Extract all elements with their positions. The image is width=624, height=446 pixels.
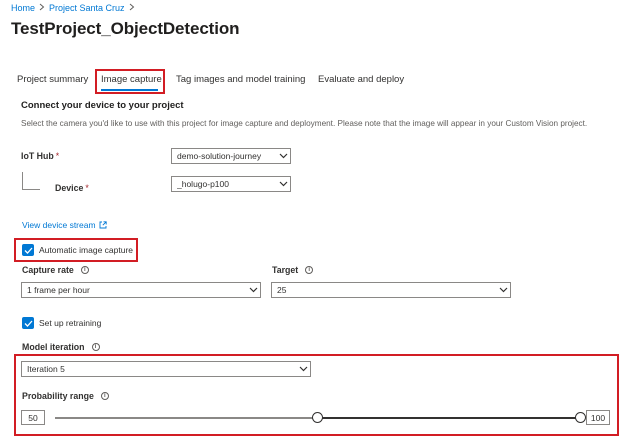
iot-hub-label-text: IoT Hub bbox=[21, 151, 54, 161]
chevron-down-icon bbox=[496, 283, 510, 297]
section-heading: Connect your device to your project bbox=[21, 100, 184, 111]
slider-range-fill bbox=[317, 417, 580, 419]
required-mark: * bbox=[55, 151, 60, 161]
info-icon[interactable]: i bbox=[91, 343, 100, 351]
chevron-right-icon bbox=[129, 3, 135, 13]
tree-connector bbox=[22, 172, 23, 190]
capture-rate-label: Capture rate i bbox=[22, 265, 89, 275]
target-label: Target i bbox=[272, 265, 314, 275]
tree-connector bbox=[22, 189, 40, 190]
tab-image-capture[interactable]: Image capture bbox=[101, 74, 162, 85]
page-title: TestProject_ObjectDetection bbox=[11, 19, 240, 38]
model-iteration-value: Iteration 5 bbox=[27, 364, 65, 374]
capture-rate-label-text: Capture rate bbox=[22, 265, 74, 275]
auto-capture-label: Automatic image capture bbox=[39, 245, 134, 255]
info-icon[interactable]: i bbox=[80, 266, 89, 274]
probability-max-input[interactable]: 100 bbox=[586, 410, 610, 425]
chevron-down-icon bbox=[276, 177, 290, 191]
target-label-text: Target bbox=[272, 265, 299, 275]
section-description: Select the camera you'd like to use with… bbox=[21, 119, 588, 128]
probability-min-input[interactable]: 50 bbox=[21, 410, 45, 425]
iot-hub-label: IoT Hub * bbox=[21, 151, 59, 161]
iot-hub-value: demo-solution-journey bbox=[177, 151, 262, 161]
chevron-down-icon bbox=[276, 149, 290, 163]
chevron-down-icon bbox=[296, 362, 310, 376]
more-options-button[interactable]: ··· bbox=[224, 22, 238, 34]
info-icon[interactable]: i bbox=[100, 392, 109, 400]
checkmark-icon bbox=[24, 320, 32, 327]
device-value: _holugo-p100 bbox=[177, 179, 229, 189]
tab-project-summary[interactable]: Project summary bbox=[17, 74, 88, 85]
chevron-right-icon bbox=[39, 3, 45, 13]
retraining-checkbox[interactable] bbox=[22, 317, 34, 329]
slider-max-thumb[interactable] bbox=[574, 412, 586, 423]
breadcrumb-project[interactable]: Project Santa Cruz bbox=[49, 3, 125, 13]
required-mark: * bbox=[85, 183, 89, 193]
info-icon[interactable]: i bbox=[305, 266, 314, 274]
retraining-label: Set up retraining bbox=[39, 318, 102, 328]
iot-hub-dropdown[interactable]: demo-solution-journey bbox=[171, 148, 291, 164]
slider-min-thumb[interactable] bbox=[312, 412, 323, 423]
device-dropdown[interactable]: _holugo-p100 bbox=[171, 176, 291, 192]
probability-range-label: Probability range i bbox=[22, 391, 109, 401]
probability-range-label-text: Probability range bbox=[22, 391, 94, 401]
tab-tag-images[interactable]: Tag images and model training bbox=[176, 74, 305, 85]
device-label-text: Device bbox=[55, 183, 84, 193]
device-label: Device * bbox=[55, 183, 89, 193]
target-value: 25 bbox=[277, 285, 287, 295]
target-dropdown[interactable]: 25 bbox=[271, 282, 511, 298]
external-link-icon bbox=[99, 221, 107, 229]
view-device-stream-link[interactable]: View device stream bbox=[22, 220, 107, 230]
view-device-stream-text: View device stream bbox=[22, 220, 96, 230]
capture-rate-dropdown[interactable]: 1 frame per hour bbox=[21, 282, 261, 298]
chevron-down-icon bbox=[246, 283, 260, 297]
breadcrumb: Home Project Santa Cruz bbox=[11, 3, 139, 13]
checkmark-icon bbox=[24, 247, 32, 254]
capture-rate-value: 1 frame per hour bbox=[27, 285, 90, 295]
auto-capture-checkbox[interactable] bbox=[22, 244, 34, 256]
active-tab-indicator bbox=[101, 89, 158, 91]
model-iteration-label-text: Model iteration bbox=[22, 342, 85, 352]
model-iteration-dropdown[interactable]: Iteration 5 bbox=[21, 361, 311, 377]
tab-evaluate-deploy[interactable]: Evaluate and deploy bbox=[318, 74, 404, 85]
model-iteration-label: Model iteration i bbox=[22, 342, 100, 352]
breadcrumb-home[interactable]: Home bbox=[11, 3, 35, 13]
